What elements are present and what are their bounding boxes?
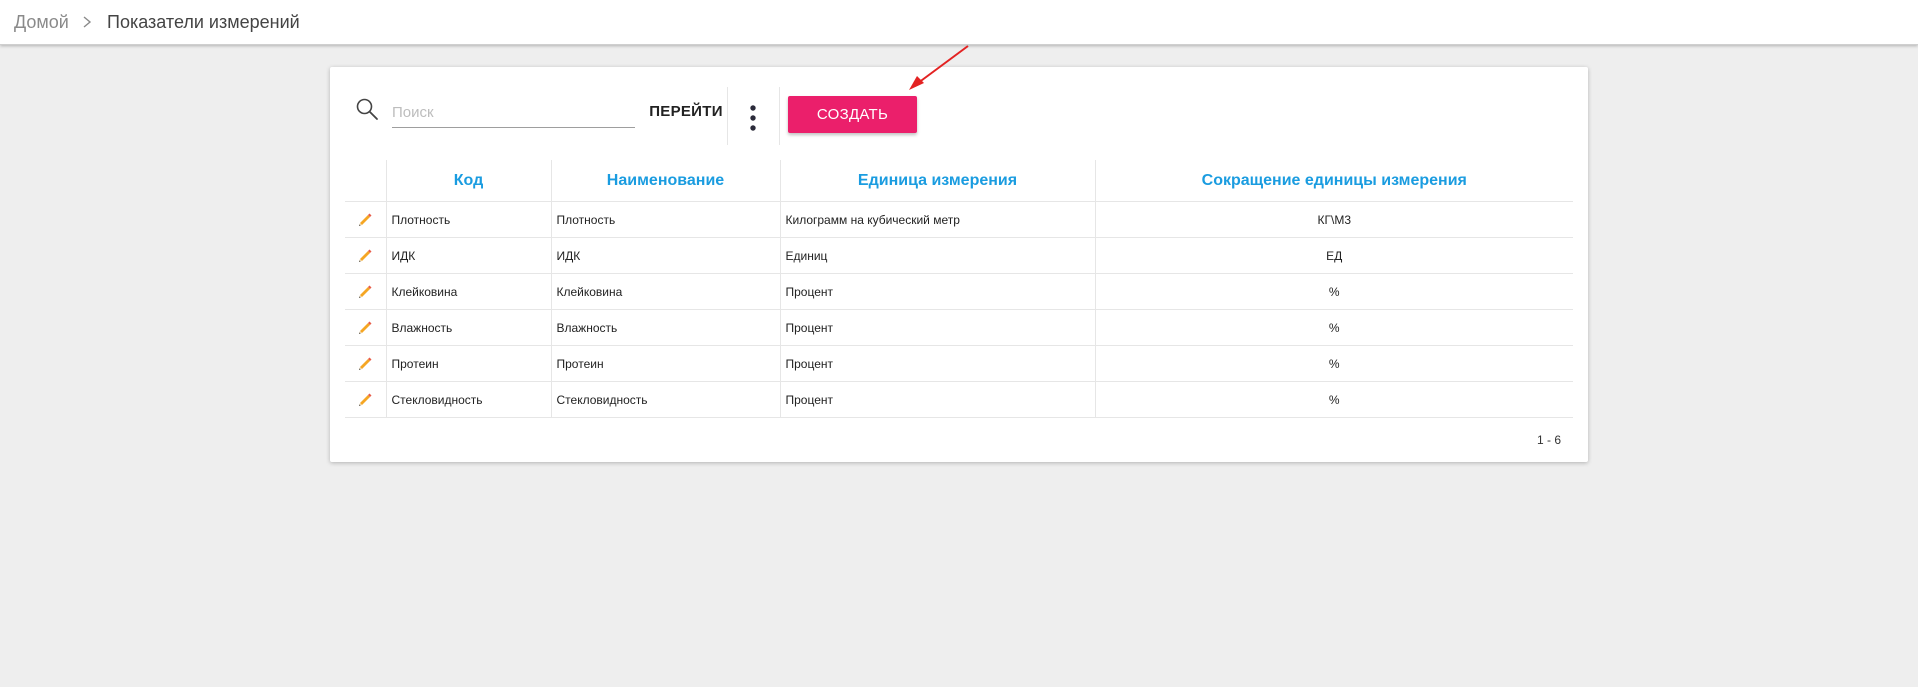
pencil-icon[interactable] — [357, 356, 373, 372]
pencil-icon[interactable] — [357, 248, 373, 264]
pencil-icon[interactable] — [357, 212, 373, 228]
cell-code: Протеин — [385, 345, 551, 382]
table-row: Плотность Плотность Килограмм на кубически… — [345, 201, 1573, 238]
search-input[interactable] — [392, 97, 635, 128]
toolbar-divider — [779, 87, 780, 145]
cell-code: Плотность — [385, 201, 551, 238]
table-row: Протеин Протеин Процент% — [345, 345, 1573, 382]
table-row: Клейковина Клейковина Процент% — [345, 273, 1573, 310]
cell-name: Плотность — [550, 201, 780, 238]
column-header-actions — [345, 160, 386, 202]
cell-unit-abbreviation: % — [1094, 273, 1573, 310]
column-header-name[interactable]: Наименование — [550, 160, 780, 202]
go-button[interactable]: ПЕРЕЙТИ — [638, 97, 734, 127]
cell-unit-abbreviation: % — [1094, 309, 1573, 346]
cell-name: Стекловидность — [550, 381, 780, 418]
edit-cell — [345, 309, 386, 346]
breadcrumb-home-link[interactable]: Домой — [14, 12, 69, 33]
more-vertical-icon[interactable] — [748, 104, 758, 132]
cell-unit: Процент — [779, 381, 1095, 418]
cell-name: Влажность — [550, 309, 780, 346]
column-header-unit[interactable]: Единица измерения — [779, 160, 1095, 202]
cell-unit: Единиц — [779, 237, 1095, 274]
cell-code: ИДК — [385, 237, 551, 274]
cell-unit-abbreviation: % — [1094, 381, 1573, 418]
edit-cell — [345, 237, 386, 274]
table-row: ИДК ИДК Единиц ЕД — [345, 237, 1573, 274]
toolbar-divider — [727, 87, 728, 145]
edit-cell — [345, 201, 386, 238]
pencil-icon[interactable] — [357, 284, 373, 300]
cell-name: Клейковина — [550, 273, 780, 310]
table-header-row: Код Наименование Единица измерения Сокра… — [345, 160, 1573, 202]
pagination-range: 1 - 6 — [1536, 433, 1561, 447]
cell-unit: Процент — [779, 273, 1095, 310]
create-button[interactable]: СОЗДАТЬ — [788, 96, 917, 133]
cell-unit-abbreviation: КГ\М3 — [1094, 201, 1573, 238]
edit-cell — [345, 273, 386, 310]
column-header-unit-abbreviation[interactable]: Сокращение единицы измерения — [1094, 160, 1573, 202]
cell-code: Стекловидность — [385, 381, 551, 418]
search-icon — [356, 98, 378, 120]
column-header-code[interactable]: Код — [385, 160, 551, 202]
cell-unit: Килограмм на кубический метр — [779, 201, 1095, 238]
cell-code: Клейковина — [385, 273, 551, 310]
edit-cell — [345, 381, 386, 418]
chevron-right-icon — [83, 16, 92, 28]
annotation-arrow — [909, 45, 969, 90]
pencil-icon[interactable] — [357, 392, 373, 408]
cell-unit-abbreviation: % — [1094, 345, 1573, 382]
cell-name: ИДК — [550, 237, 780, 274]
cell-code: Влажность — [385, 309, 551, 346]
pencil-icon[interactable] — [357, 320, 373, 336]
indicators-card: ПЕРЕЙТИ СОЗДАТЬ Код Наименование Единица… — [330, 67, 1588, 462]
cell-unit: Процент — [779, 309, 1095, 346]
cell-name: Протеин — [550, 345, 780, 382]
page-title: Показатели измерений — [107, 12, 300, 32]
top-bar: Домой Показатели измерений — [0, 0, 1918, 45]
cell-unit: Процент — [779, 345, 1095, 382]
table-row: Влажность Влажность Процент% — [345, 309, 1573, 346]
table-row: Стекловидность Стекловидность Процент% — [345, 381, 1573, 418]
edit-cell — [345, 345, 386, 382]
cell-unit-abbreviation: ЕД — [1094, 237, 1573, 274]
indicators-table: Код Наименование Единица измерения Сокра… — [345, 160, 1573, 418]
